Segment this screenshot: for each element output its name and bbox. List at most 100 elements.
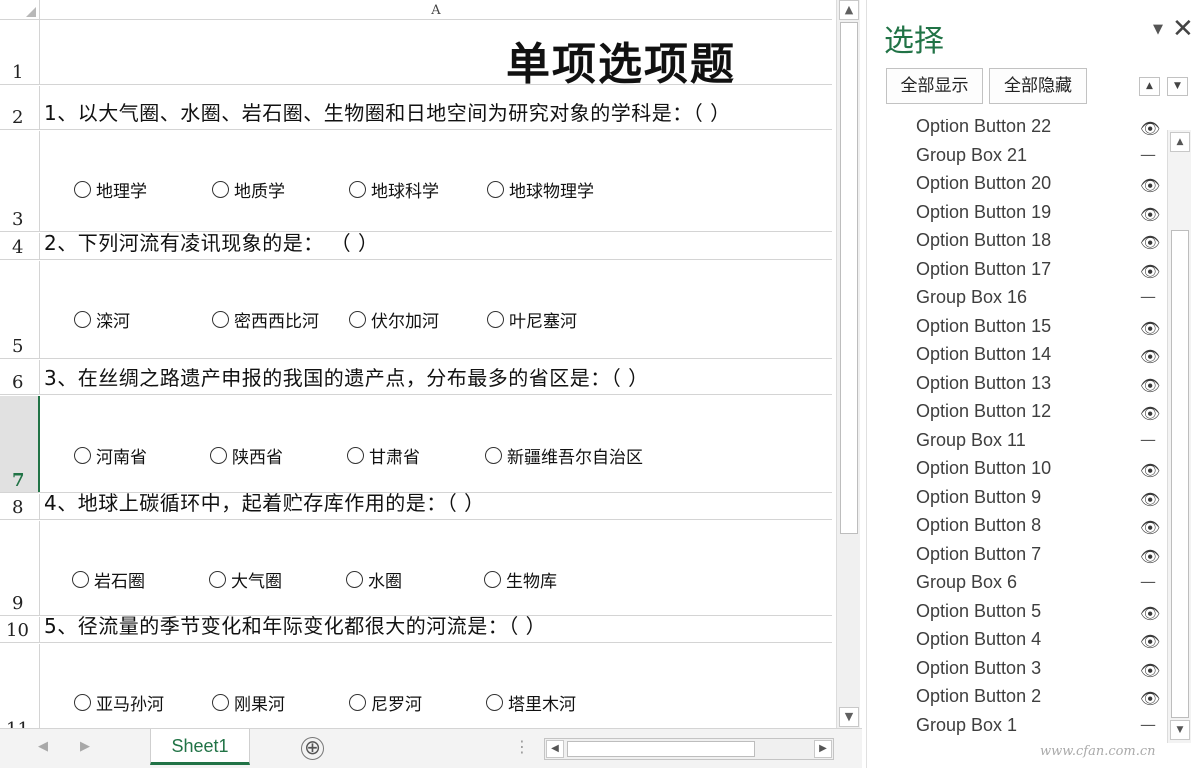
select-all-corner[interactable] — [0, 0, 40, 20]
eye-icon[interactable]: 👁 — [1140, 376, 1160, 395]
tab-split-handle-icon[interactable]: ⋮ — [514, 737, 530, 756]
option-button-item[interactable]: Option Button 8 👁 — [867, 514, 1167, 542]
bring-forward-icon[interactable]: ▲ — [1139, 77, 1160, 96]
collapse-dash-icon[interactable]: — — [1140, 572, 1156, 591]
row-header[interactable]: 2 — [0, 86, 40, 129]
option-button-item[interactable]: Option Button 19 👁 — [867, 201, 1167, 229]
option-button[interactable]: 生物库 — [484, 567, 557, 592]
cell[interactable]: 河南省 陕西省 甘肃省 新疆维吾尔自治区 — [40, 396, 832, 492]
eye-icon[interactable]: 👁 — [1140, 604, 1160, 623]
option-button[interactable]: 地球物理学 — [487, 177, 594, 202]
option-button-item[interactable]: Option Button 10 👁 — [867, 457, 1167, 485]
option-button-item[interactable]: Option Button 18 👁 — [867, 229, 1167, 257]
cell[interactable]: 3、在丝绸之路遗产申报的我国的遗产点，分布最多的省区是：（ ） — [40, 360, 832, 394]
option-button[interactable]: 亚马孙河 — [74, 690, 164, 715]
option-button[interactable]: 新疆维吾尔自治区 — [485, 443, 643, 468]
option-button-item[interactable]: Option Button 9 👁 — [867, 486, 1167, 514]
group-box-item[interactable]: Group Box 16 — — [867, 286, 1167, 314]
option-button-item[interactable]: Option Button 17 👁 — [867, 258, 1167, 286]
hide-all-button[interactable]: 全部隐藏 — [989, 68, 1087, 104]
cell[interactable]: 5、径流量的季节变化和年际变化都很大的河流是：（ ） — [40, 614, 832, 642]
group-box-item[interactable]: Group Box 1 — — [867, 714, 1167, 742]
cell[interactable]: 1、以大气圈、水圈、岩石圈、生物圈和日地空间为研究对象的学科是：（ ） — [40, 86, 832, 129]
pane-scrollbar[interactable]: ▲ ▼ — [1167, 130, 1191, 743]
eye-icon[interactable]: 👁 — [1140, 233, 1160, 252]
group-box-item[interactable]: Group Box 11 — — [867, 429, 1167, 457]
option-button[interactable]: 密西西比河 — [212, 307, 319, 332]
cell[interactable]: 单项选项题 — [40, 20, 832, 90]
scroll-left-arrow-icon[interactable]: ◀ — [546, 740, 564, 758]
eye-icon[interactable]: 👁 — [1140, 547, 1160, 566]
collapse-dash-icon[interactable]: — — [1140, 145, 1156, 164]
next-sheet-arrow-icon[interactable]: ▶ — [80, 739, 90, 754]
option-button[interactable]: 地理学 — [74, 177, 147, 202]
close-icon[interactable]: ✕ — [1172, 14, 1194, 44]
cell[interactable]: 地理学 地质学 地球科学 地球物理学 — [40, 131, 832, 231]
option-button-item[interactable]: Option Button 4 👁 — [867, 628, 1167, 656]
sheet-tab[interactable]: Sheet1 — [150, 729, 250, 765]
cell[interactable]: 4、地球上碳循环中，起着贮存库作用的是：（ ） — [40, 491, 832, 519]
collapse-dash-icon[interactable]: — — [1140, 715, 1156, 734]
eye-icon[interactable]: 👁 — [1140, 176, 1160, 195]
eye-icon[interactable]: 👁 — [1140, 205, 1160, 224]
option-button[interactable]: 大气圈 — [209, 567, 282, 592]
option-button[interactable]: 陕西省 — [210, 443, 283, 468]
eye-icon[interactable]: 👁 — [1140, 119, 1160, 138]
row-header[interactable]: 10 — [0, 617, 40, 642]
option-button[interactable]: 塔里木河 — [486, 690, 576, 715]
group-box-item[interactable]: Group Box 21 — — [867, 144, 1167, 172]
eye-icon[interactable]: 👁 — [1140, 461, 1160, 480]
option-button[interactable]: 叶尼塞河 — [487, 307, 577, 332]
option-button-item[interactable]: Option Button 2 👁 — [867, 685, 1167, 713]
eye-icon[interactable]: 👁 — [1140, 319, 1160, 338]
row-header[interactable]: 1 — [0, 20, 40, 84]
send-backward-icon[interactable]: ▼ — [1167, 77, 1188, 96]
eye-icon[interactable]: 👁 — [1140, 490, 1160, 509]
show-all-button[interactable]: 全部显示 — [886, 68, 983, 104]
row-header[interactable]: 9 — [0, 521, 40, 615]
option-button-item[interactable]: Option Button 14 👁 — [867, 343, 1167, 371]
option-button-item[interactable]: Option Button 13 👁 — [867, 372, 1167, 400]
option-button[interactable]: 尼罗河 — [349, 690, 422, 715]
option-button-item[interactable]: Option Button 22 👁 — [867, 119, 1167, 143]
eye-icon[interactable]: 👁 — [1140, 347, 1160, 366]
cell[interactable]: 亚马孙河 刚果河 尼罗河 塔里木河 — [40, 644, 832, 728]
option-button-item[interactable]: Option Button 15 👁 — [867, 315, 1167, 343]
row-header[interactable]: 4 — [0, 233, 40, 259]
option-button-item[interactable]: Option Button 5 👁 — [867, 600, 1167, 628]
cell[interactable]: 滦河 密西西比河 伏尔加河 叶尼塞河 — [40, 261, 832, 358]
scroll-down-arrow-icon[interactable]: ▼ — [839, 707, 859, 727]
row-header[interactable]: 8 — [0, 494, 40, 519]
option-button-item[interactable]: Option Button 7 👁 — [867, 543, 1167, 571]
option-button[interactable]: 滦河 — [74, 307, 130, 332]
horizontal-scrollbar[interactable]: ◀ ▶ — [544, 738, 834, 760]
option-button[interactable]: 水圈 — [346, 567, 402, 592]
option-button[interactable]: 伏尔加河 — [349, 307, 439, 332]
option-button[interactable]: 地球科学 — [349, 177, 439, 202]
eye-icon[interactable]: 👁 — [1140, 518, 1160, 537]
row-header[interactable]: 11 — [0, 644, 40, 740]
option-button[interactable]: 刚果河 — [212, 690, 285, 715]
group-box-item[interactable]: Group Box 6 — — [867, 571, 1167, 599]
scroll-up-arrow-icon[interactable]: ▲ — [1170, 132, 1190, 152]
eye-icon[interactable]: 👁 — [1140, 404, 1160, 423]
prev-sheet-arrow-icon[interactable]: ◀ — [38, 739, 48, 754]
option-button-item[interactable]: Option Button 12 👁 — [867, 400, 1167, 428]
scroll-right-arrow-icon[interactable]: ▶ — [814, 740, 832, 758]
row-header[interactable]: 6 — [0, 360, 40, 394]
scroll-down-arrow-icon[interactable]: ▼ — [1170, 720, 1190, 740]
option-button[interactable]: 甘肃省 — [347, 443, 420, 468]
vertical-scrollbar[interactable]: ▲ ▼ — [836, 0, 860, 730]
eye-icon[interactable]: 👁 — [1140, 661, 1160, 680]
collapse-dash-icon[interactable]: — — [1140, 430, 1156, 449]
scroll-thumb[interactable] — [567, 741, 755, 757]
row-header-active[interactable]: 7 — [0, 396, 40, 492]
pane-options-dropdown-icon[interactable]: ▼ — [1153, 22, 1163, 37]
collapse-dash-icon[interactable]: — — [1140, 287, 1156, 306]
scroll-up-arrow-icon[interactable]: ▲ — [839, 0, 859, 20]
eye-icon[interactable]: 👁 — [1140, 262, 1160, 281]
eye-icon[interactable]: 👁 — [1140, 689, 1160, 708]
cell[interactable]: 2、下列河流有凌讯现象的是： （ ） — [40, 231, 832, 259]
row-header[interactable]: 3 — [0, 131, 40, 231]
option-button-item[interactable]: Option Button 3 👁 — [867, 657, 1167, 685]
